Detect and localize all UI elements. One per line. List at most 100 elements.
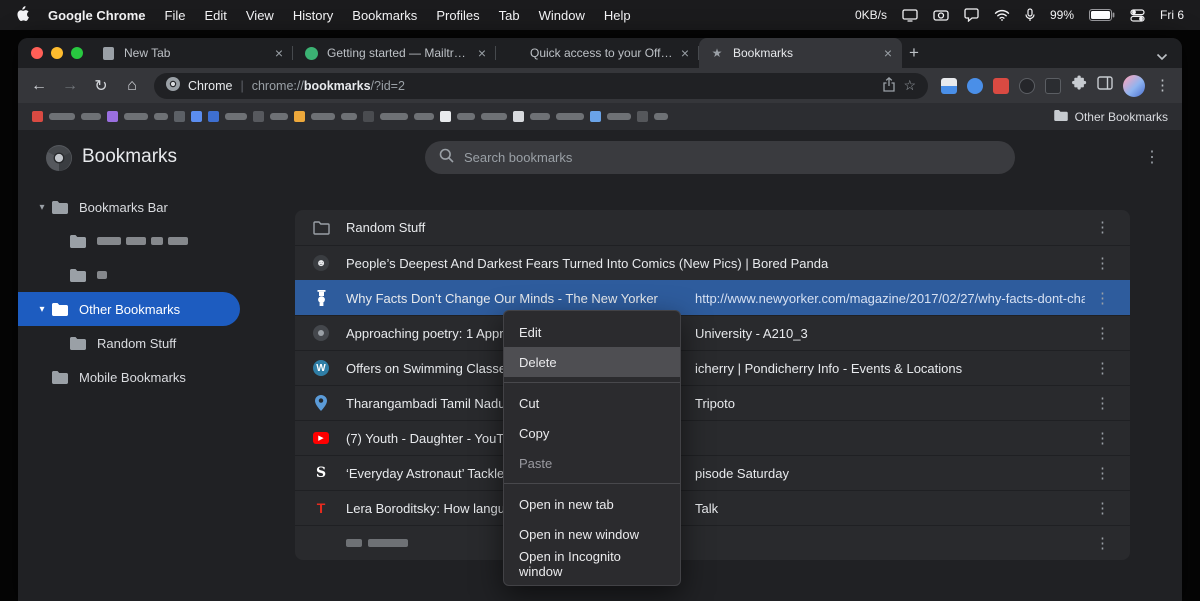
bookmark-label-redacted[interactable] bbox=[81, 113, 101, 120]
bookmark-favicon-icon[interactable] bbox=[107, 111, 118, 122]
bookmark-label-redacted[interactable] bbox=[654, 113, 668, 120]
tab-quick-access-to-your-office-fil[interactable]: Quick access to your Office fil× bbox=[496, 38, 699, 68]
bookmark-label-redacted[interactable] bbox=[154, 113, 168, 120]
row-kebab-menu-icon[interactable]: ⋮ bbox=[1095, 396, 1110, 411]
bookmark-favicon-icon[interactable] bbox=[363, 111, 374, 122]
bookmark-favicon-icon[interactable] bbox=[637, 111, 648, 122]
search-bar[interactable] bbox=[425, 141, 1015, 174]
new-tab-button[interactable]: + bbox=[904, 43, 924, 63]
address-bar[interactable]: Chrome | chrome://bookmarks/?id=2 ☆ bbox=[154, 73, 928, 99]
extensions-puzzle-icon[interactable] bbox=[1071, 75, 1087, 96]
bookmark-favicon-icon[interactable] bbox=[32, 111, 43, 122]
menu-item-open-in-new-tab[interactable]: Open in new tab bbox=[504, 489, 680, 519]
profile-avatar[interactable] bbox=[1123, 75, 1145, 97]
menubar-item-edit[interactable]: Edit bbox=[204, 8, 226, 23]
minimize-window-button[interactable] bbox=[51, 47, 63, 59]
bookmark-star-icon[interactable]: ☆ bbox=[903, 77, 916, 94]
menubar-item-profiles[interactable]: Profiles bbox=[436, 8, 479, 23]
back-icon[interactable]: ← bbox=[30, 77, 48, 95]
bookmark-row[interactable]: Random Stuff⋮ bbox=[295, 210, 1130, 245]
row-kebab-menu-icon[interactable]: ⋮ bbox=[1095, 291, 1110, 306]
tree-item-random-stuff[interactable]: ▾Random Stuff bbox=[18, 326, 280, 360]
bookmark-label-redacted[interactable] bbox=[414, 113, 434, 120]
bookmark-favicon-icon[interactable] bbox=[440, 111, 451, 122]
bookmark-label-redacted[interactable] bbox=[341, 113, 357, 120]
caret-down-icon[interactable]: ▾ bbox=[32, 202, 52, 213]
tree-item-mobile-bookmarks[interactable]: ▾Mobile Bookmarks bbox=[18, 360, 280, 394]
tab-close-icon[interactable]: × bbox=[884, 46, 892, 60]
bookmark-row[interactable]: Approaching poetry: 1 ApproUniversity - … bbox=[295, 315, 1130, 350]
mic-icon[interactable] bbox=[1025, 8, 1035, 22]
bookmark-favicon-icon[interactable] bbox=[590, 111, 601, 122]
tab-close-icon[interactable]: × bbox=[681, 46, 689, 60]
share-icon[interactable] bbox=[883, 77, 895, 95]
menubar-item-file[interactable]: File bbox=[165, 8, 186, 23]
page-menu-kebab-icon[interactable]: ⋮ bbox=[1144, 147, 1160, 167]
dark-circle-extension-icon[interactable] bbox=[1019, 78, 1035, 94]
bookmark-favicon-icon[interactable] bbox=[253, 111, 264, 122]
menubar-item-view[interactable]: View bbox=[246, 8, 274, 23]
menubar-item-tab[interactable]: Tab bbox=[499, 8, 520, 23]
bookmark-favicon-icon[interactable] bbox=[208, 111, 219, 122]
menubar-item-help[interactable]: Help bbox=[604, 8, 631, 23]
menubar-app-name[interactable]: Google Chrome bbox=[48, 8, 146, 23]
menu-item-paste[interactable]: Paste bbox=[504, 448, 680, 478]
menu-item-open-in-new-window[interactable]: Open in new window bbox=[504, 519, 680, 549]
bookmark-favicon-icon[interactable] bbox=[294, 111, 305, 122]
menu-item-cut[interactable]: Cut bbox=[504, 388, 680, 418]
bookmark-label-redacted[interactable] bbox=[270, 113, 288, 120]
row-kebab-menu-icon[interactable]: ⋮ bbox=[1095, 466, 1110, 481]
bookmark-row[interactable]: ▶(7) Youth - Daughter - YouTub⋮ bbox=[295, 420, 1130, 455]
tab-new-tab[interactable]: New Tab× bbox=[90, 38, 293, 68]
row-kebab-menu-icon[interactable]: ⋮ bbox=[1095, 256, 1110, 271]
tab-getting-started-mailtrack[interactable]: Getting started — Mailtrack× bbox=[293, 38, 496, 68]
bookmark-row[interactable]: S‘Everyday Astronaut’ Tacklespisode Satu… bbox=[295, 455, 1130, 490]
dark-square-extension-icon[interactable] bbox=[1045, 78, 1061, 94]
zoom-window-button[interactable] bbox=[71, 47, 83, 59]
bookmark-label-redacted[interactable] bbox=[49, 113, 75, 120]
side-panel-icon[interactable] bbox=[1097, 76, 1113, 95]
other-bookmarks-folder[interactable]: Other Bookmarks bbox=[1054, 110, 1168, 124]
tab-bookmarks[interactable]: ★Bookmarks× bbox=[699, 38, 902, 68]
menubar-item-history[interactable]: History bbox=[293, 8, 333, 23]
screen-mirroring-icon[interactable] bbox=[902, 9, 918, 22]
menubar-item-bookmarks[interactable]: Bookmarks bbox=[352, 8, 417, 23]
forward-icon[interactable]: → bbox=[61, 77, 79, 95]
tree-item-redacted[interactable]: ▾ bbox=[18, 224, 280, 258]
menubar-item-window[interactable]: Window bbox=[539, 8, 585, 23]
camera-icon[interactable] bbox=[933, 9, 949, 21]
bookmark-row[interactable]: ⋮ bbox=[295, 525, 1130, 560]
bookmark-label-redacted[interactable] bbox=[124, 113, 148, 120]
bookmark-label-redacted[interactable] bbox=[530, 113, 550, 120]
bookmark-label-redacted[interactable] bbox=[556, 113, 584, 120]
wifi-icon[interactable] bbox=[994, 9, 1010, 21]
tab-search-chevron-icon[interactable] bbox=[1156, 48, 1168, 66]
search-input[interactable] bbox=[464, 150, 1001, 165]
menu-item-copy[interactable]: Copy bbox=[504, 418, 680, 448]
bookmark-label-redacted[interactable] bbox=[225, 113, 247, 120]
row-kebab-menu-icon[interactable]: ⋮ bbox=[1095, 536, 1110, 551]
tab-close-icon[interactable]: × bbox=[478, 46, 486, 60]
control-center-icon[interactable] bbox=[1130, 8, 1145, 23]
bookmark-label-redacted[interactable] bbox=[380, 113, 408, 120]
bookmark-row[interactable]: Why Facts Don’t Change Our Minds - The N… bbox=[295, 280, 1130, 315]
bookmark-label-redacted[interactable] bbox=[311, 113, 335, 120]
tree-item-other-bookmarks[interactable]: ▾Other Bookmarks bbox=[18, 292, 240, 326]
tab-close-icon[interactable]: × bbox=[275, 46, 283, 60]
menu-item-delete[interactable]: Delete bbox=[504, 347, 680, 377]
menu-item-open-in-incognito-window[interactable]: Open in Incognito window bbox=[504, 549, 680, 579]
menubar-date[interactable]: Fri 6 bbox=[1160, 8, 1184, 22]
bookmark-favicon-icon[interactable] bbox=[174, 111, 185, 122]
row-kebab-menu-icon[interactable]: ⋮ bbox=[1095, 326, 1110, 341]
bookmark-row[interactable]: TLera Boroditsky: How languagTalk⋮ bbox=[295, 490, 1130, 525]
row-kebab-menu-icon[interactable]: ⋮ bbox=[1095, 361, 1110, 376]
bookmark-row[interactable]: ☻People’s Deepest And Darkest Fears Turn… bbox=[295, 245, 1130, 280]
bookmark-favicon-icon[interactable] bbox=[513, 111, 524, 122]
row-kebab-menu-icon[interactable]: ⋮ bbox=[1095, 501, 1110, 516]
chat-icon[interactable] bbox=[964, 8, 979, 22]
home-icon[interactable]: ⌂ bbox=[123, 77, 141, 95]
row-kebab-menu-icon[interactable]: ⋮ bbox=[1095, 220, 1110, 235]
browser-menu-kebab-icon[interactable]: ⋮ bbox=[1155, 78, 1170, 93]
red-extension-icon[interactable] bbox=[993, 78, 1009, 94]
bookmark-row[interactable]: WOffers on Swimming Classesicherry | Pon… bbox=[295, 350, 1130, 385]
